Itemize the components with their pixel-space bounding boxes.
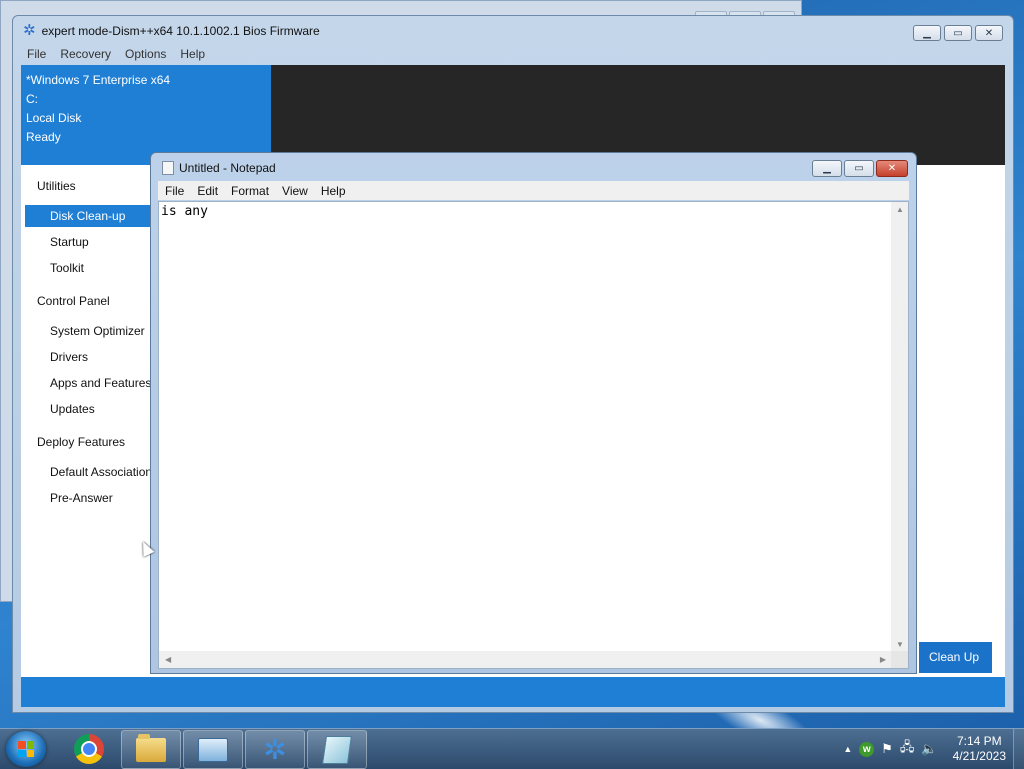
notepad-text-field[interactable] <box>161 204 891 644</box>
dism-gear-icon: ✲ <box>263 733 287 765</box>
nav-header-control-panel: Control Panel <box>37 294 110 308</box>
dism-minimize-button[interactable]: ▁ <box>913 25 941 41</box>
dism-sidebar: Utilities Disk Clean-up Startup Toolkit … <box>21 165 171 675</box>
dism-maximize-button[interactable]: ▭ <box>944 25 972 41</box>
taskbar-notepad[interactable] <box>307 730 367 769</box>
clock-date: 4/21/2023 <box>952 749 1006 763</box>
session-list-area <box>271 65 1005 165</box>
show-desktop-button[interactable] <box>1013 729 1024 769</box>
taskbar-chrome[interactable] <box>60 730 118 767</box>
os-name: *Windows 7 Enterprise x64 <box>26 73 171 87</box>
scrollbar-corner <box>891 651 908 668</box>
disk-label: Local Disk <box>26 111 82 125</box>
scroll-up-arrow-icon[interactable]: ▲ <box>896 205 904 214</box>
explorer-folder-icon <box>136 733 166 762</box>
tray-app-icon[interactable]: w <box>859 741 875 757</box>
notepad-minimize-button[interactable]: ▁ <box>812 160 842 177</box>
notepad-titlebar: Untitled - Notepad <box>162 161 276 175</box>
horizontal-scrollbar[interactable]: ◀ ▶ <box>159 651 892 668</box>
action-center-flag-icon[interactable]: ⚑ <box>881 741 893 757</box>
system-info-panel[interactable]: *Windows 7 Enterprise x64 C: Local Disk … <box>21 65 271 165</box>
volume-icon[interactable]: 🔈 <box>921 741 937 757</box>
notepad-window-title: Untitled - Notepad <box>179 161 276 175</box>
notepad-menu-format[interactable]: Format <box>224 181 275 200</box>
notepad-menubar: File Edit Format View Help <box>158 181 909 200</box>
scroll-right-arrow-icon[interactable]: ▶ <box>880 655 886 664</box>
start-button[interactable] <box>6 731 46 767</box>
dism-status-bar <box>21 677 1005 707</box>
dism-close-button[interactable]: ✕ <box>975 25 1003 41</box>
taskbar: ✲ ▲ w ⚑ 🖧 🔈 7:14 PM 4/21/2023 <box>0 728 1024 769</box>
control-panel-icon <box>198 737 228 762</box>
drive-letter: C: <box>26 92 38 106</box>
taskbar-control-panel[interactable] <box>183 730 243 769</box>
clock-time: 7:14 PM <box>956 734 1002 748</box>
notepad-icon <box>322 735 352 764</box>
dism-menu-recovery[interactable]: Recovery <box>60 47 111 61</box>
chrome-icon <box>74 733 104 764</box>
dism-menubar: File Recovery Options Help <box>27 47 205 61</box>
desktop: ✲ expert mode-Dism++x64 10.1.1002.1 Bios… <box>0 0 1024 769</box>
scroll-down-arrow-icon[interactable]: ▼ <box>896 640 904 649</box>
dism-menu-help[interactable]: Help <box>180 47 205 61</box>
notepad-close-button[interactable]: ✕ <box>876 160 908 177</box>
clock[interactable]: 7:14 PM 4/21/2023 <box>953 734 1006 764</box>
dism-window-title: expert mode-Dism++x64 10.1.1002.1 Bios F… <box>41 24 320 38</box>
dism-gear-icon: ✲ <box>23 22 36 39</box>
notepad-edit-area: ▲ ▼ ◀ ▶ <box>158 201 909 669</box>
session-status: Ready <box>26 130 61 144</box>
notepad-maximize-button[interactable]: ▭ <box>844 160 874 177</box>
notepad-window: Untitled - Notepad ▁ ▭ ✕ File Edit Forma… <box>150 152 917 674</box>
dism-window-controls: ▁ ▭ ✕ <box>913 25 1003 41</box>
clean-up-button[interactable]: Clean Up <box>919 642 992 673</box>
notepad-menu-file[interactable]: File <box>158 181 190 200</box>
taskbar-dism[interactable]: ✲ <box>245 730 305 769</box>
show-hidden-icons-icon[interactable]: ▲ <box>843 744 852 754</box>
windows-logo-icon <box>18 741 34 757</box>
notepad-icon <box>162 161 174 175</box>
dism-menu-options[interactable]: Options <box>125 47 166 61</box>
notepad-menu-view[interactable]: View <box>275 181 314 200</box>
network-icon[interactable]: 🖧 <box>900 738 915 760</box>
scroll-left-arrow-icon[interactable]: ◀ <box>165 655 171 664</box>
notepad-menu-help[interactable]: Help <box>314 181 352 200</box>
vertical-scrollbar[interactable]: ▲ ▼ <box>891 202 908 652</box>
dism-menu-file[interactable]: File <box>27 47 46 61</box>
system-tray: ▲ w ⚑ 🖧 🔈 7:14 PM 4/21/2023 <box>843 729 1024 769</box>
dism-titlebar: ✲ expert mode-Dism++x64 10.1.1002.1 Bios… <box>23 22 320 39</box>
nav-header-deploy-features: Deploy Features <box>37 435 126 449</box>
notepad-window-controls: ▁ ▭ ✕ <box>812 160 908 177</box>
taskbar-explorer[interactable] <box>121 730 181 769</box>
notepad-menu-edit[interactable]: Edit <box>190 181 224 200</box>
nav-header-utilities: Utilities <box>37 179 76 193</box>
